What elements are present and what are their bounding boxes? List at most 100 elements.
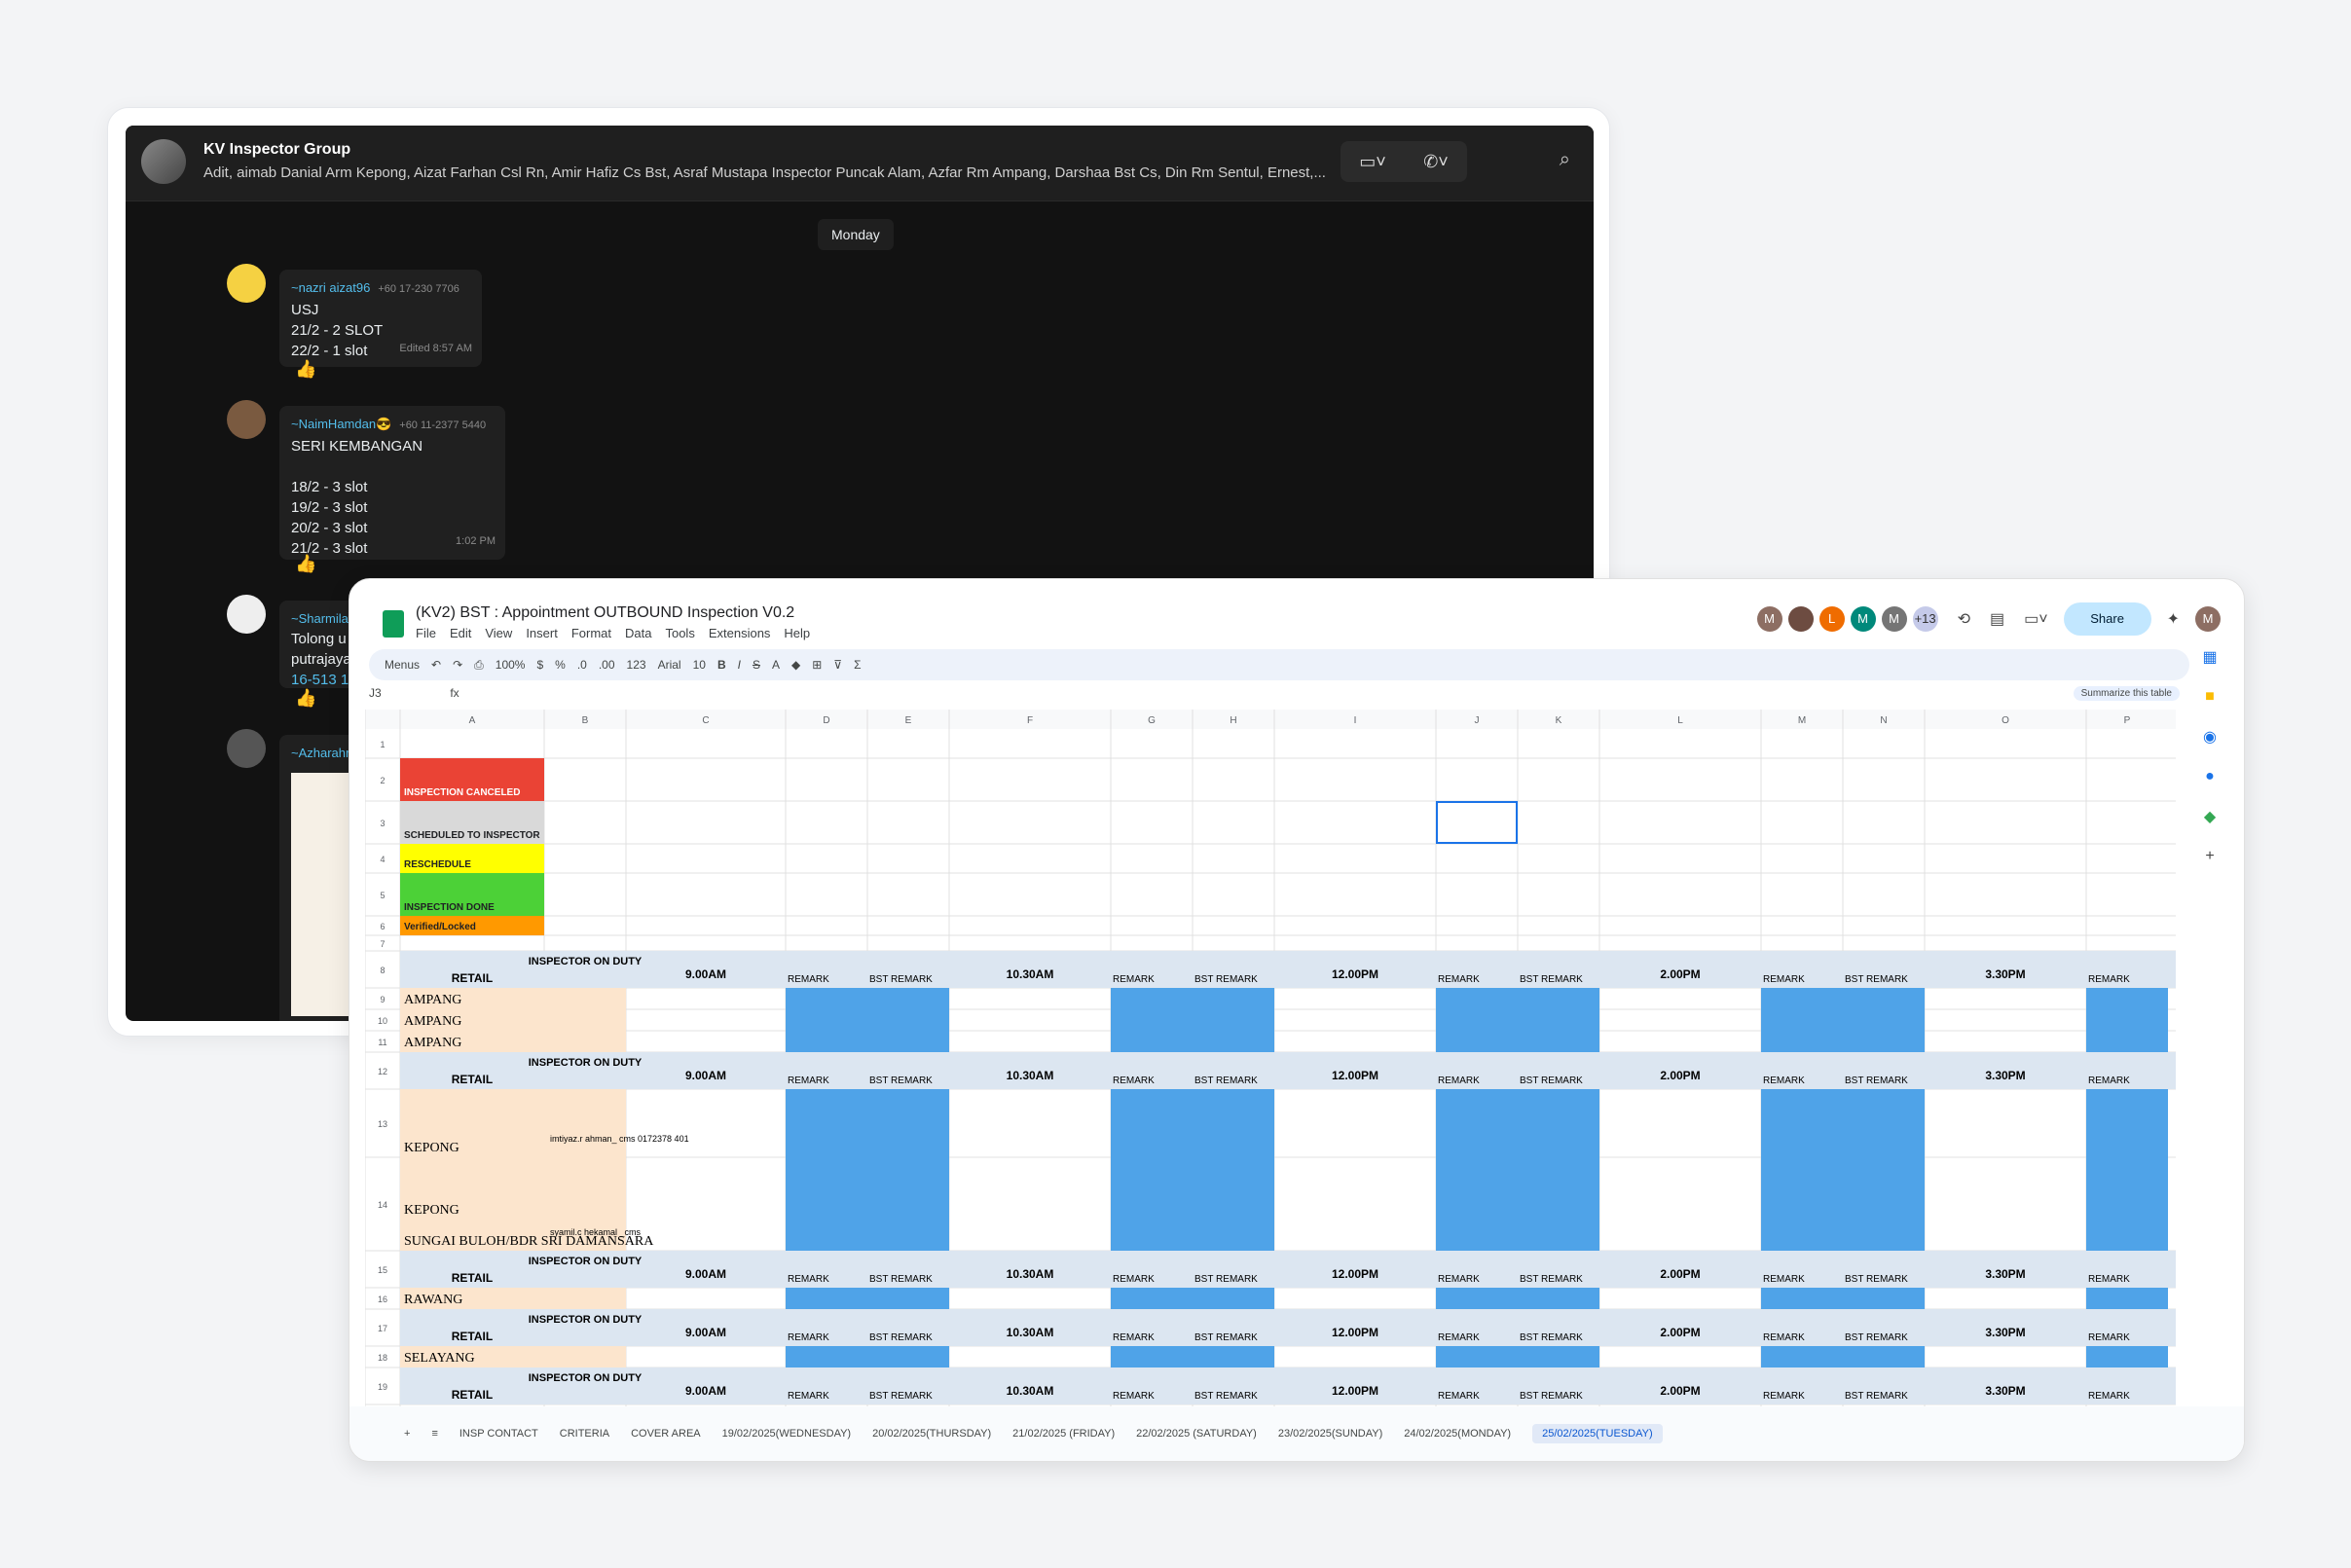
user-avatar[interactable]: M	[2195, 606, 2221, 632]
print-icon[interactable]: ⎙	[474, 658, 484, 673]
reaction[interactable]: 👍	[295, 688, 316, 709]
name-box[interactable]: J3	[369, 686, 408, 700]
menu-tools[interactable]: Tools	[665, 626, 694, 640]
reaction[interactable]: 👍	[295, 359, 316, 380]
sheets-logo-icon[interactable]	[383, 610, 404, 638]
tab-20-02[interactable]: 20/02/2025(THURSDAY)	[872, 1428, 991, 1440]
message-sender[interactable]: ~NaimHamdan😎	[291, 417, 391, 431]
menu-help[interactable]: Help	[784, 626, 810, 640]
contacts-icon[interactable]: ●	[2205, 768, 2215, 785]
voice-call-icon[interactable]: ✆˅	[1423, 152, 1449, 172]
collaborator-avatar[interactable]: M	[1756, 606, 1782, 632]
all-sheets-icon[interactable]: ≡	[431, 1428, 437, 1440]
tab-19-02[interactable]: 19/02/2025(WEDNESDAY)	[722, 1428, 851, 1440]
column-header[interactable]: M	[1798, 715, 1806, 726]
keep-icon[interactable]: ■	[2205, 688, 2215, 706]
column-header[interactable]: I	[1354, 715, 1357, 726]
column-header[interactable]: H	[1230, 715, 1236, 726]
redo-icon[interactable]: ↷	[453, 658, 462, 672]
calendar-icon[interactable]: ▦	[2202, 647, 2217, 667]
maps-icon[interactable]: ◆	[2204, 807, 2216, 826]
add-addon-icon[interactable]: +	[2205, 848, 2214, 865]
column-header[interactable]: J	[1475, 715, 1480, 726]
column-header[interactable]: O	[2002, 715, 2009, 726]
retail-area: KEPONG	[404, 1141, 459, 1155]
spreadsheet-grid[interactable]: A B C D E F G H I J K L M N O P123456789101112131415161…	[365, 710, 2176, 1408]
collaborator-avatar[interactable]: M	[1850, 606, 1876, 632]
collaborator-avatar[interactable]	[1787, 606, 1814, 632]
tab-24-02[interactable]: 24/02/2025(MONDAY)	[1404, 1428, 1511, 1440]
filter-icon[interactable]: ⊽	[833, 658, 842, 672]
column-header[interactable]: D	[823, 715, 829, 726]
menu-edit[interactable]: Edit	[450, 626, 471, 640]
menu-file[interactable]: File	[416, 626, 436, 640]
font-size-input[interactable]: 10	[693, 658, 706, 672]
column-header[interactable]: C	[702, 715, 709, 726]
font-select[interactable]: Arial	[658, 658, 681, 672]
summarize-button[interactable]: Summarize this table	[2073, 686, 2180, 701]
tasks-icon[interactable]: ◉	[2203, 727, 2217, 747]
avatar[interactable]	[227, 595, 266, 634]
row-number: 4	[380, 855, 385, 864]
fill-color-icon[interactable]: ◆	[791, 658, 800, 672]
menu-view[interactable]: View	[485, 626, 512, 640]
increase-decimal-button[interactable]: .00	[599, 658, 615, 672]
zoom-select[interactable]: 100%	[496, 658, 526, 672]
tab-insp-contact[interactable]: INSP CONTACT	[459, 1428, 538, 1440]
column-header[interactable]: B	[582, 715, 589, 726]
meet-icon[interactable]: ▭˅	[2024, 609, 2047, 629]
tab-cover-area[interactable]: COVER AREA	[631, 1428, 701, 1440]
menu-format[interactable]: Format	[571, 626, 611, 640]
functions-icon[interactable]: Σ	[854, 658, 861, 672]
tab-22-02[interactable]: 22/02/2025 (SATURDAY)	[1136, 1428, 1257, 1440]
column-header[interactable]: P	[2124, 715, 2131, 726]
chat-header[interactable]: KV Inspector Group Adit, aimab Danial Ar…	[126, 126, 1594, 201]
search-icon[interactable]: ⌕	[1560, 149, 1570, 171]
menu-insert[interactable]: Insert	[526, 626, 558, 640]
column-header[interactable]: F	[1027, 715, 1033, 726]
borders-icon[interactable]: ⊞	[812, 658, 822, 672]
retail-area: KEPONG	[404, 1203, 459, 1218]
tab-criteria[interactable]: CRITERIA	[560, 1428, 609, 1440]
bold-icon[interactable]: B	[717, 658, 726, 672]
avatar[interactable]	[227, 400, 266, 439]
video-call-icon[interactable]: ▭˅	[1359, 152, 1386, 172]
avatar[interactable]	[227, 729, 266, 768]
column-header[interactable]: E	[905, 715, 912, 726]
collaborator-avatar[interactable]: M	[1881, 606, 1907, 632]
text-color-icon[interactable]: A	[772, 658, 780, 672]
group-avatar[interactable]	[141, 139, 186, 184]
reaction[interactable]: 👍	[295, 554, 316, 574]
status-cell	[1518, 1009, 1599, 1031]
menu-extensions[interactable]: Extensions	[709, 626, 771, 640]
currency-button[interactable]: $	[536, 658, 543, 672]
column-header[interactable]: A	[469, 715, 476, 726]
tab-25-02[interactable]: 25/02/2025(TUESDAY)	[1532, 1424, 1663, 1443]
comments-icon[interactable]: ▤	[1990, 609, 2004, 629]
column-header[interactable]: G	[1148, 715, 1156, 726]
message-sender[interactable]: ~nazri aizat96	[291, 280, 370, 295]
status-cell	[1193, 1288, 1274, 1309]
header-bst-remark: BST REMARK	[1845, 974, 1908, 985]
column-header[interactable]: K	[1556, 715, 1562, 726]
column-header[interactable]: L	[1677, 715, 1683, 726]
collaborator-avatar[interactable]: L	[1818, 606, 1845, 632]
strikethrough-icon[interactable]: S	[753, 658, 760, 672]
add-sheet-icon[interactable]: +	[404, 1428, 410, 1440]
tab-21-02[interactable]: 21/02/2025 (FRIDAY)	[1012, 1428, 1115, 1440]
gemini-icon[interactable]: ✦	[2167, 609, 2180, 629]
menu-data[interactable]: Data	[625, 626, 651, 640]
history-icon[interactable]: ⟲	[1958, 609, 1970, 629]
share-button[interactable]: Share	[2063, 602, 2151, 636]
tab-23-02[interactable]: 23/02/2025(SUNDAY)	[1278, 1428, 1382, 1440]
undo-icon[interactable]: ↶	[431, 658, 441, 672]
number-format-button[interactable]: 123	[627, 658, 646, 672]
decrease-decimal-button[interactable]: .0	[577, 658, 587, 672]
avatar[interactable]	[227, 264, 266, 303]
percent-button[interactable]: %	[555, 658, 566, 672]
more-collaborators[interactable]: +13	[1912, 606, 1938, 632]
column-header[interactable]: N	[1880, 715, 1887, 726]
menus-search[interactable]: Menus	[385, 658, 420, 672]
italic-icon[interactable]: I	[738, 658, 741, 672]
document-title[interactable]: (KV2) BST : Appointment OUTBOUND Inspect…	[416, 604, 794, 622]
